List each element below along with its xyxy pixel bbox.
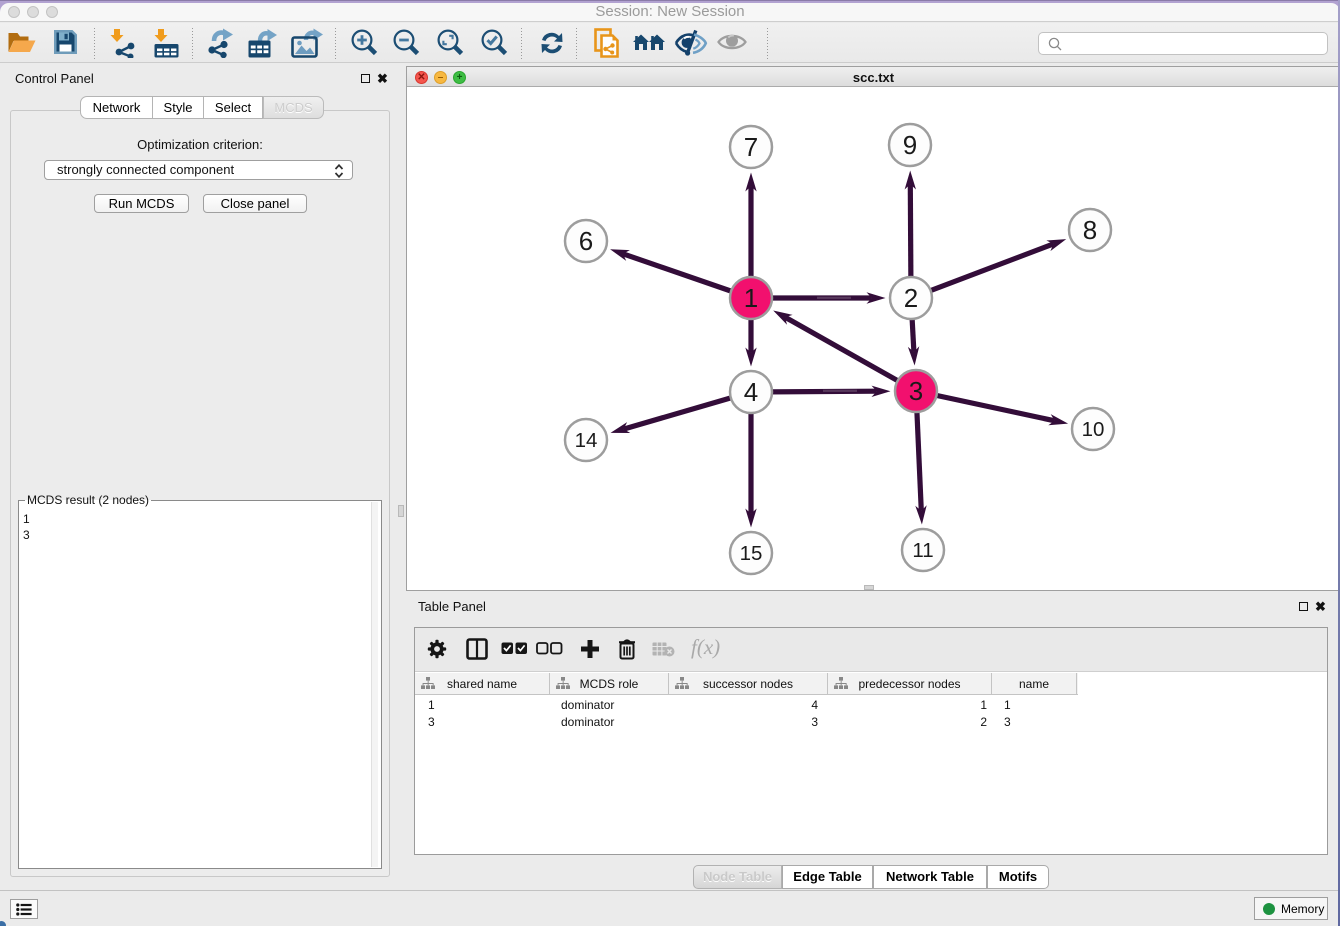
svg-text:6: 6 — [579, 226, 593, 256]
svg-text:7: 7 — [744, 132, 758, 162]
svg-text:14: 14 — [575, 429, 598, 452]
svg-text:11: 11 — [912, 539, 933, 562]
svg-text:8: 8 — [1083, 215, 1097, 245]
svg-text:15: 15 — [740, 542, 763, 565]
svg-text:4: 4 — [744, 377, 758, 407]
svg-text:9: 9 — [903, 130, 917, 160]
svg-text:10: 10 — [1082, 418, 1105, 441]
svg-text:1: 1 — [744, 283, 758, 313]
svg-text:2: 2 — [904, 283, 918, 313]
svg-text:3: 3 — [909, 376, 923, 406]
